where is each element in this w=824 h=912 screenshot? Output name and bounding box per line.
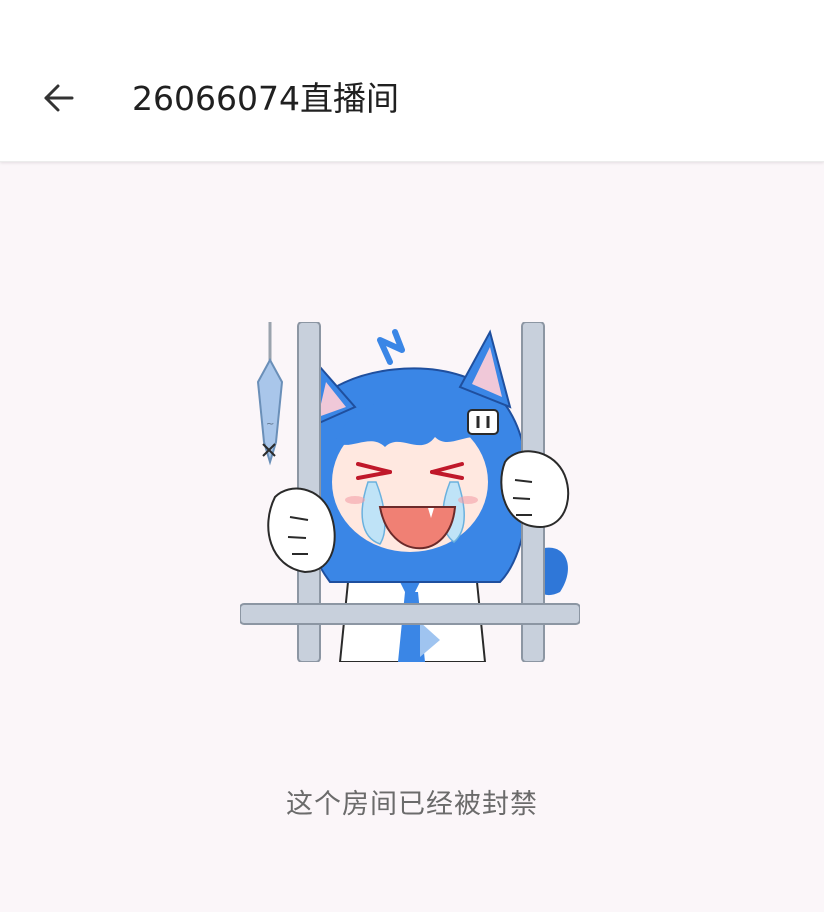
banned-room-content: ~ 这个房间已经被封禁 <box>0 162 824 912</box>
hair-clip-icon <box>467 409 499 435</box>
top-app-bar: 26066074直播间 <box>0 0 824 162</box>
banned-mascot-illustration: ~ <box>240 322 580 662</box>
back-button[interactable] <box>34 76 82 120</box>
hanging-fish-icon: ~ <box>256 322 284 466</box>
page-title: 26066074直播间 <box>132 79 399 118</box>
svg-text:~: ~ <box>266 419 274 430</box>
app-screen: 26066074直播间 ~ 这个房间已经被封禁 <box>0 0 824 912</box>
room-banned-message: 这个房间已经被封禁 <box>286 789 538 820</box>
arrow-left-icon <box>44 84 74 112</box>
mascot-face <box>332 397 490 552</box>
